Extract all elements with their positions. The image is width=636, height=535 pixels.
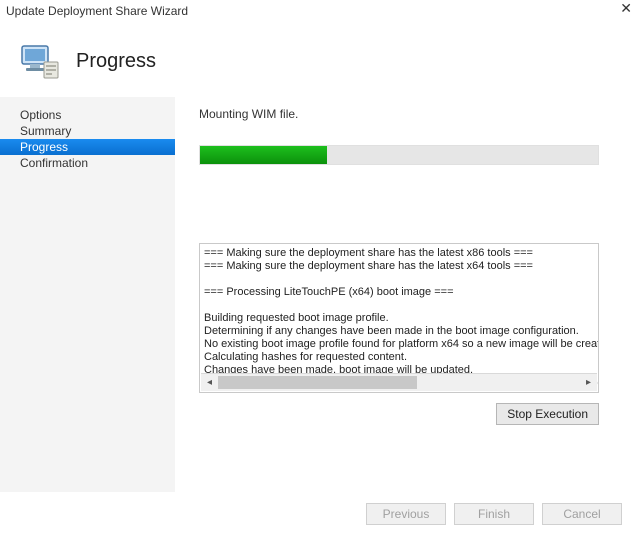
scroll-left-icon[interactable]: ◂ [201,374,218,391]
step-options[interactable]: Options [0,107,175,123]
wizard-header: Progress [0,26,636,96]
finish-button: Finish [454,503,534,525]
step-summary[interactable]: Summary [0,123,175,139]
status-text: Mounting WIM file. [199,107,622,121]
scroll-thumb[interactable] [218,376,417,389]
wizard-footer: Previous Finish Cancel [366,503,622,525]
page-title: Progress [76,50,156,73]
close-icon[interactable]: ✕ [620,0,632,17]
log-output[interactable]: === Making sure the deployment share has… [199,243,599,393]
progress-fill [200,146,327,164]
deployment-icon [18,40,62,82]
horizontal-scrollbar[interactable]: ◂ ▸ [201,373,597,391]
content-pane: Mounting WIM file. === Making sure the d… [175,97,636,492]
stop-execution-button[interactable]: Stop Execution [496,403,599,425]
previous-button: Previous [366,503,446,525]
step-progress[interactable]: Progress [0,139,175,155]
title-bar: Update Deployment Share Wizard ✕ [0,0,636,26]
scroll-track[interactable] [218,374,580,391]
scroll-right-icon[interactable]: ▸ [580,374,597,391]
window-title: Update Deployment Share Wizard [6,4,188,18]
wizard-window: Update Deployment Share Wizard ✕ Progres… [0,0,636,535]
log-lines: === Making sure the deployment share has… [200,244,598,393]
step-confirmation[interactable]: Confirmation [0,155,175,171]
cancel-button: Cancel [542,503,622,525]
progress-bar [199,145,599,165]
wizard-steps-sidebar: Options Summary Progress Confirmation [0,97,175,492]
